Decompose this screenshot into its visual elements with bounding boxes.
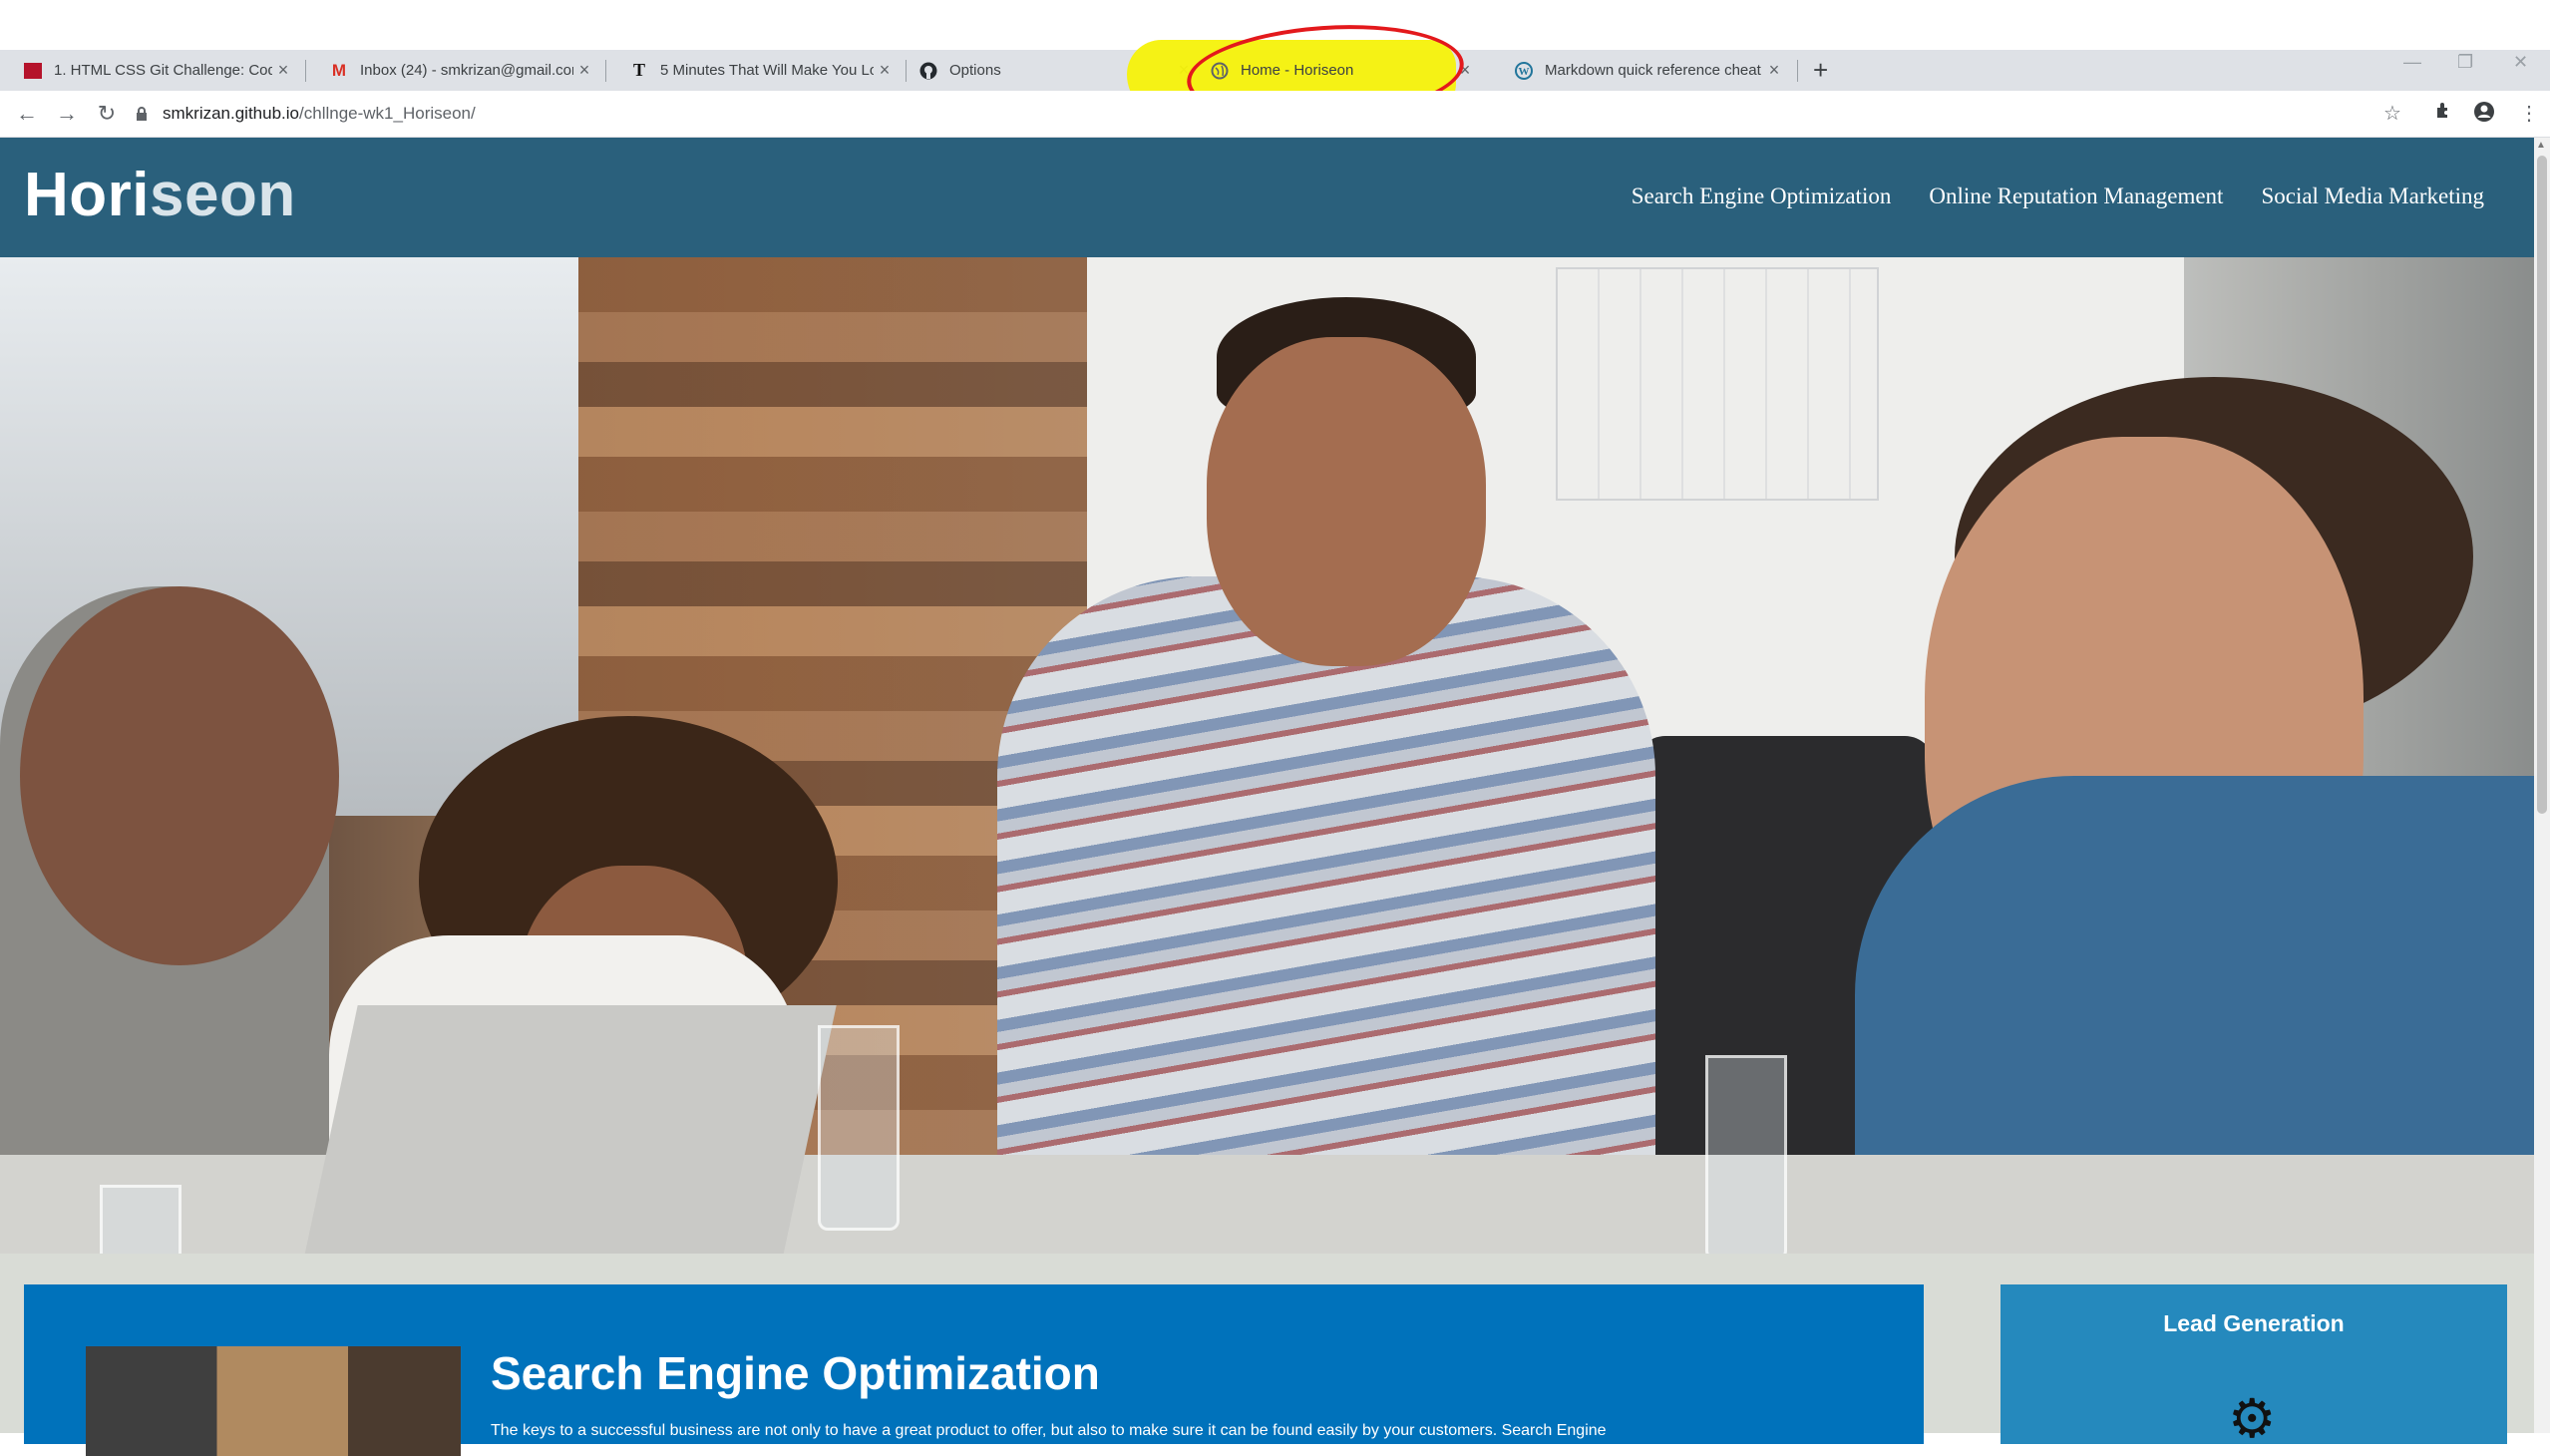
forward-icon[interactable]: → bbox=[52, 99, 82, 129]
hero-laptop bbox=[300, 1005, 837, 1254]
hero-glass bbox=[818, 1025, 900, 1231]
url-host: smkrizan.github.io bbox=[163, 104, 300, 123]
profile-avatar-icon[interactable] bbox=[2473, 101, 2495, 129]
nav-link-reputation[interactable]: Online Reputation Management bbox=[1929, 183, 2223, 209]
browser-tab-6[interactable]: W Markdown quick reference cheat × bbox=[1491, 50, 1795, 91]
close-tab-icon[interactable]: × bbox=[272, 60, 294, 81]
hero-glass bbox=[100, 1185, 182, 1254]
site-nav: Search Engine Optimization Online Reputa… bbox=[1632, 183, 2484, 209]
tab-separator bbox=[1797, 60, 1798, 82]
minimize-icon[interactable]: — bbox=[2403, 52, 2421, 73]
nav-link-seo[interactable]: Search Engine Optimization bbox=[1632, 183, 1892, 209]
hero-glass bbox=[1705, 1055, 1787, 1254]
extensions-icon[interactable] bbox=[2433, 101, 2453, 127]
hero-person-left-head bbox=[20, 586, 339, 965]
tab-title: 1. HTML CSS Git Challenge: Code bbox=[54, 62, 272, 79]
close-tab-icon[interactable]: × bbox=[874, 60, 896, 81]
bookmark-star-icon[interactable]: ☆ bbox=[2383, 101, 2401, 126]
tab-title: 5 Minutes That Will Make You Lo bbox=[660, 62, 874, 79]
hero-wireframe-sketch bbox=[1556, 267, 1879, 501]
gmail-icon: M bbox=[331, 60, 347, 80]
site-header: Horiseon Search Engine Optimization Onli… bbox=[0, 138, 2534, 257]
seo-card: Search Engine Optimization The keys to a… bbox=[24, 1284, 1924, 1456]
restore-icon[interactable]: ❐ bbox=[2457, 52, 2473, 73]
back-icon[interactable]: ← bbox=[12, 99, 42, 129]
gear-icon: ⚙ bbox=[2228, 1389, 2277, 1449]
nav-link-social-media[interactable]: Social Media Marketing bbox=[2261, 183, 2484, 209]
tab-title: Markdown quick reference cheat bbox=[1545, 62, 1761, 79]
reload-icon[interactable]: ↻ bbox=[92, 99, 122, 129]
browser-toolbar: ← → ↻ smkrizan.github.io/chllnge-wk1_Hor… bbox=[0, 91, 2550, 138]
logo-prefix: Hori bbox=[24, 161, 150, 229]
nytimes-icon: T bbox=[632, 60, 645, 80]
scrollbar-thumb[interactable] bbox=[2537, 156, 2547, 814]
browser-tab-1[interactable]: 1. HTML CSS Git Challenge: Code × bbox=[0, 50, 304, 91]
address-bar[interactable]: smkrizan.github.io/chllnge-wk1_Horiseon/ bbox=[135, 95, 2408, 133]
site-logo[interactable]: Horiseon bbox=[24, 160, 296, 230]
hero-image bbox=[0, 257, 2534, 1254]
url-path: /chllnge-wk1_Horiseon/ bbox=[299, 104, 476, 123]
browser-tab-3[interactable]: T 5 Minutes That Will Make You Lo × bbox=[606, 50, 906, 91]
close-tab-icon[interactable]: × bbox=[1763, 60, 1785, 81]
new-tab-button[interactable]: + bbox=[1813, 50, 1828, 91]
scroll-up-icon[interactable]: ▲ bbox=[2536, 140, 2546, 151]
github-icon bbox=[919, 62, 937, 80]
lead-generation-title: Lead Generation bbox=[2163, 1310, 2345, 1336]
close-window-icon[interactable]: ✕ bbox=[2513, 52, 2528, 73]
logo-suffix: seon bbox=[150, 161, 296, 229]
hero-person-standing-head bbox=[1207, 337, 1486, 666]
svg-text:W: W bbox=[1519, 66, 1530, 78]
hero-person-standing-shirt bbox=[997, 576, 1655, 1254]
seo-card-image bbox=[86, 1346, 461, 1456]
trilogy-icon bbox=[24, 62, 42, 79]
close-tab-icon[interactable]: × bbox=[573, 60, 595, 81]
page-scrollbar[interactable]: ▲ bbox=[2534, 138, 2550, 1433]
seo-card-text: The keys to a successful business are no… bbox=[491, 1422, 1607, 1439]
browser-tab-2[interactable]: M Inbox (24) - smkrizan@gmail.com × bbox=[306, 50, 605, 91]
lock-icon bbox=[135, 106, 149, 122]
browser-menu-icon[interactable]: ⋮ bbox=[2519, 101, 2539, 126]
tab-title: Inbox (24) - smkrizan@gmail.com bbox=[360, 62, 573, 79]
wordpress-icon: W bbox=[1515, 61, 1533, 80]
lead-generation-card: Lead Generation ⚙ bbox=[2001, 1284, 2507, 1449]
seo-card-title: Search Engine Optimization bbox=[491, 1347, 1100, 1399]
